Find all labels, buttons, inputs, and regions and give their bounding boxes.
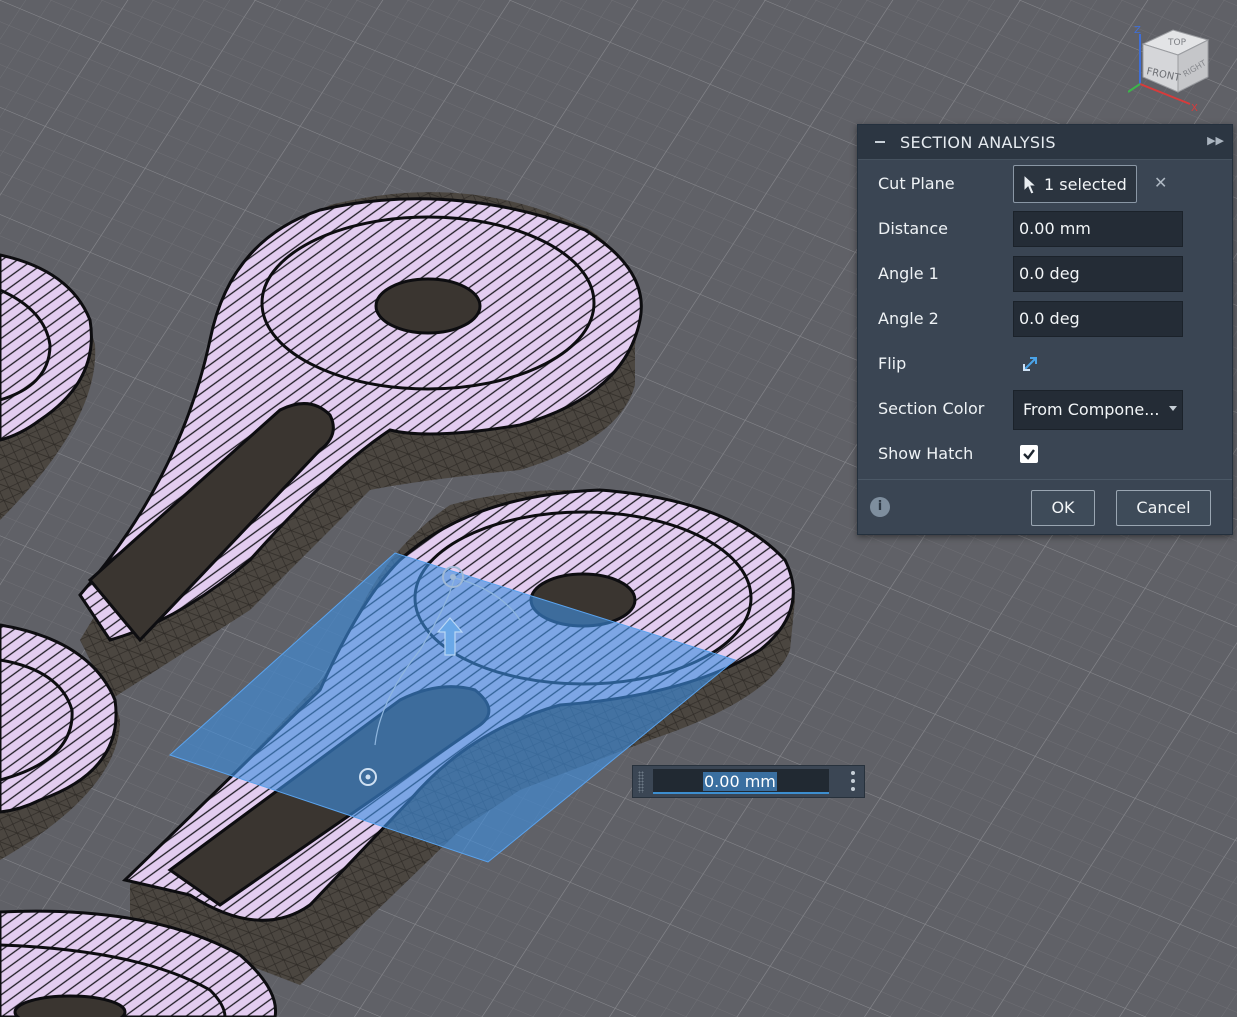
distance-manipulator-value: 0.00 mm	[703, 772, 777, 791]
section-color-select[interactable]: From Compone...	[1013, 390, 1183, 430]
section-color-value: From Compone...	[1023, 400, 1160, 419]
kebab-icon[interactable]	[850, 771, 856, 793]
angle1-label: Angle 1	[878, 264, 939, 283]
cut-plane-selection-button[interactable]: 1 selected	[1013, 165, 1137, 203]
panel-footer: i OK Cancel	[858, 479, 1232, 535]
section-analysis-panel: SECTION ANALYSIS ▶▶ Cut Plane 1 selected…	[857, 124, 1233, 535]
flip-label: Flip	[878, 354, 907, 373]
grip-icon[interactable]	[638, 771, 644, 793]
distance-value: 0.00 mm	[1019, 219, 1091, 238]
flip-icon[interactable]	[1020, 354, 1040, 374]
show-hatch-label: Show Hatch	[878, 444, 974, 463]
collapse-icon[interactable]	[873, 135, 887, 149]
distance-label: Distance	[878, 219, 948, 238]
ok-button[interactable]: OK	[1031, 490, 1095, 526]
angle2-input[interactable]: 0.0 deg	[1013, 301, 1183, 337]
info-icon[interactable]: i	[870, 497, 890, 517]
angle2-label: Angle 2	[878, 309, 939, 328]
close-icon[interactable]: ✕	[1154, 173, 1167, 192]
distance-manipulator-field[interactable]: 0.00 mm	[653, 769, 829, 794]
viewcube-top-label[interactable]: TOP	[1167, 38, 1187, 48]
cursor-icon	[1023, 174, 1038, 195]
cancel-button[interactable]: Cancel	[1116, 490, 1211, 526]
angle2-value: 0.0 deg	[1019, 309, 1080, 328]
panel-header[interactable]: SECTION ANALYSIS ▶▶	[858, 125, 1232, 160]
panel-title: SECTION ANALYSIS	[900, 133, 1056, 152]
cut-plane-label: Cut Plane	[878, 174, 955, 193]
axis-x-label: X	[1191, 103, 1198, 114]
show-hatch-checkbox[interactable]	[1020, 445, 1038, 463]
expand-icon[interactable]: ▶▶	[1207, 134, 1224, 147]
section-color-label: Section Color	[878, 399, 985, 418]
view-cube[interactable]: TOP FRONT RIGHT Z X	[1127, 22, 1218, 114]
chevron-down-icon	[1169, 406, 1177, 411]
angle1-input[interactable]: 0.0 deg	[1013, 256, 1183, 292]
angle1-value: 0.0 deg	[1019, 264, 1080, 283]
check-icon	[1023, 449, 1035, 460]
cut-plane-selection-value: 1 selected	[1044, 175, 1127, 194]
distance-manipulator-input: 0.00 mm	[632, 765, 865, 798]
distance-input[interactable]: 0.00 mm	[1013, 211, 1183, 247]
axis-z-label: Z	[1134, 25, 1141, 36]
